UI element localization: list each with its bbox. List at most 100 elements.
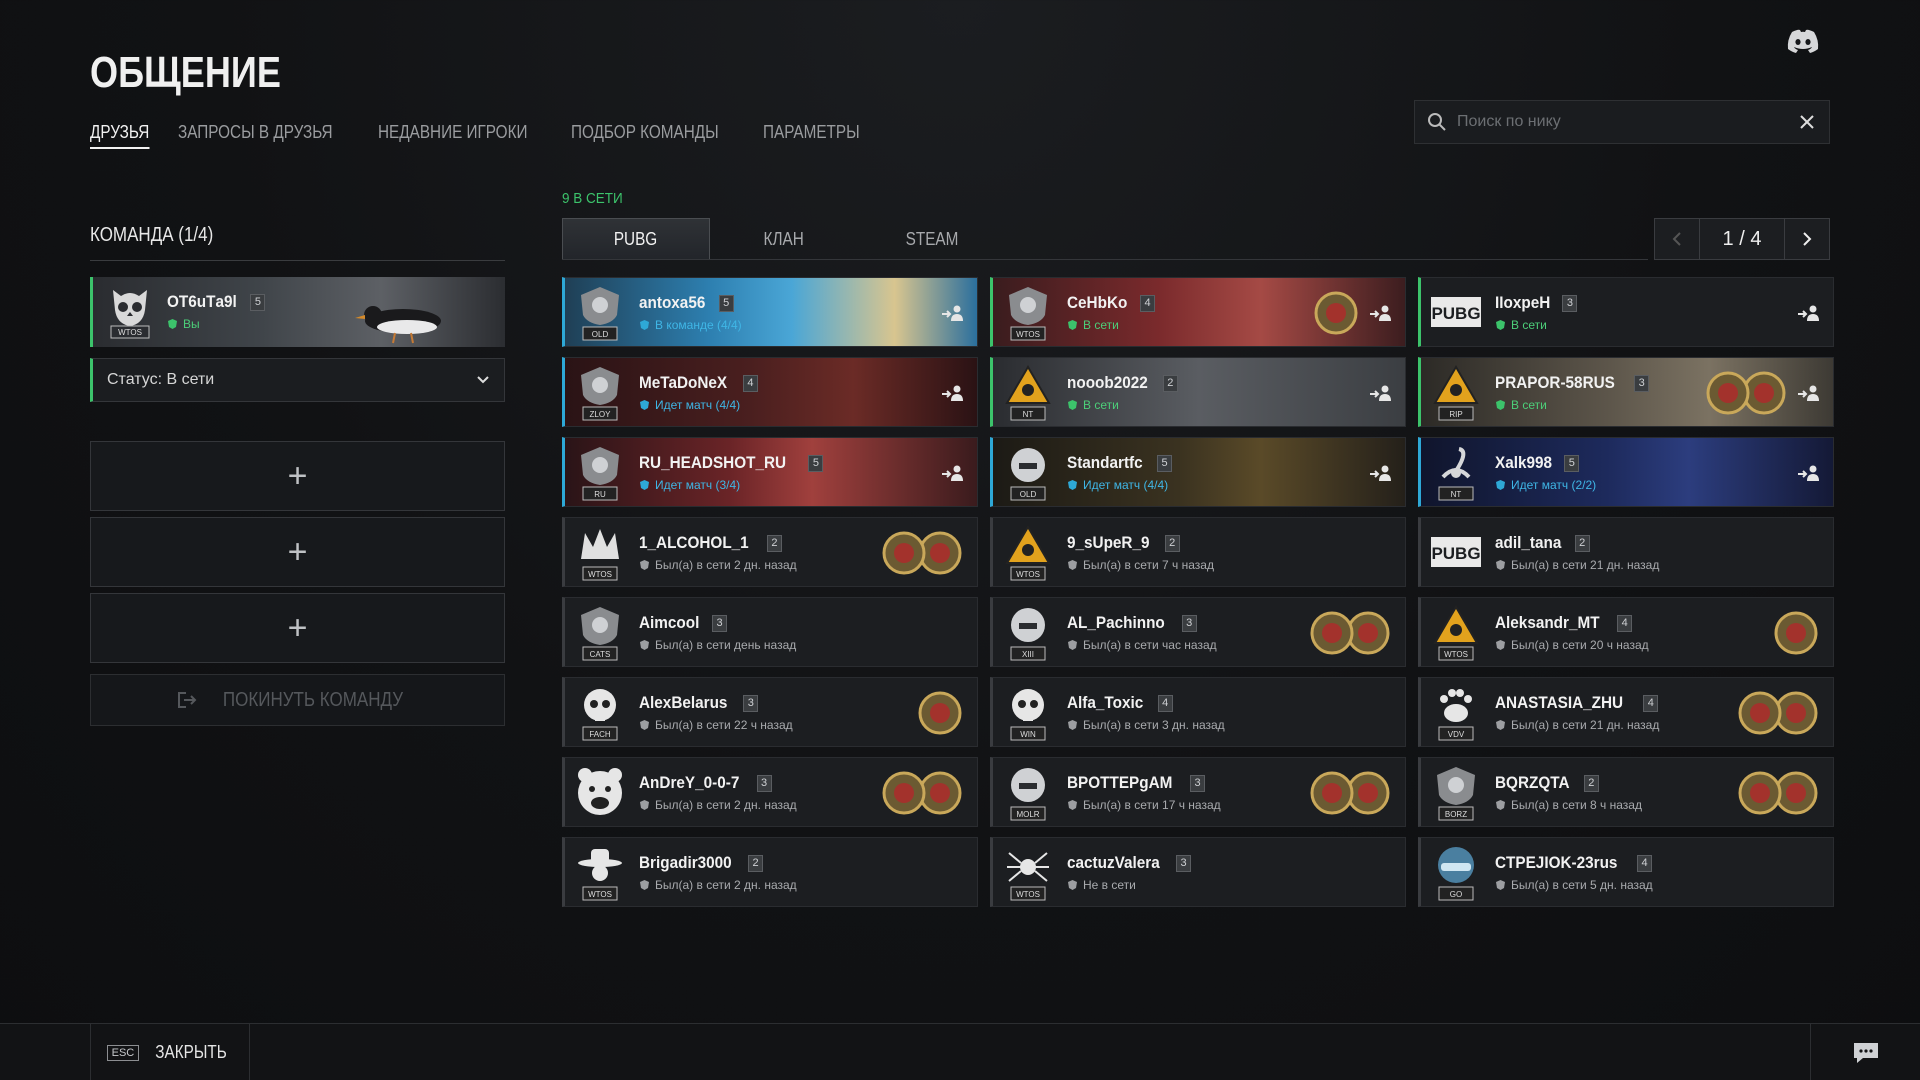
- friend-card[interactable]: BORZ BQRZQTA 2 Был(а) в сети 8 ч назад: [1418, 757, 1834, 827]
- friend-card[interactable]: XIII AL_Pachinno 3 Был(а) в сети час назад: [990, 597, 1406, 667]
- clan-shield-icon: BORZ: [1437, 767, 1475, 821]
- friend-card[interactable]: WTOS cactuzValera 3 Не в сети: [990, 837, 1406, 907]
- friend-status: Был(а) в сети 2 дн. назад: [655, 798, 797, 812]
- tab-clan[interactable]: КЛАН: [710, 218, 858, 260]
- level-badge: 4: [1643, 694, 1659, 712]
- invite-to-team-icon[interactable]: [941, 304, 967, 322]
- cowboy-icon: WTOS: [578, 849, 622, 901]
- search-input[interactable]: [1457, 113, 1797, 131]
- leave-team-button[interactable]: ПОКИНУТЬ КОМАНДУ: [90, 674, 505, 726]
- friend-card[interactable]: PUBG adil_tana 2 Был(а) в сети 21 дн. назад: [1418, 517, 1834, 587]
- svg-text:WTOS: WTOS: [1016, 330, 1040, 339]
- clan-shield-icon: RU: [581, 447, 619, 501]
- prev-page-button[interactable]: [1654, 218, 1700, 260]
- level-badge: 2: [1164, 534, 1180, 552]
- invite-to-team-icon[interactable]: [941, 384, 967, 402]
- friend-nick: AlexBelarus: [639, 693, 728, 712]
- invite-to-team-icon[interactable]: [941, 464, 967, 482]
- online-count: 9 В СЕТИ: [562, 190, 623, 207]
- level-badge: 4: [1637, 854, 1653, 872]
- friend-card[interactable]: NT nooob2022 2 В сети: [990, 357, 1406, 427]
- friend-status: В сети: [1083, 398, 1119, 412]
- friend-status: Идет матч (3/4): [655, 478, 741, 492]
- tab-pubg[interactable]: PUBG: [562, 218, 710, 260]
- friend-card[interactable]: WIN Alfa_Toxic 4 Был(а) в сети 3 дн. назад: [990, 677, 1406, 747]
- medal-icon: [1706, 371, 1750, 415]
- offline-status-icon: [1068, 720, 1077, 730]
- esc-key-hint: ESC: [106, 1044, 140, 1061]
- biohazard-icon: WTOS: [1433, 605, 1479, 661]
- friend-card[interactable]: WTOS CeHbKo 4 В сети: [990, 277, 1406, 347]
- friend-card[interactable]: FACH AlexBelarus 3 Был(а) в сети 22 ч назад: [562, 677, 978, 747]
- level-badge: 3: [756, 774, 772, 792]
- friend-card[interactable]: GO CTPEJIOK-23rus 4 Был(а) в сети 5 дн. наз…: [1418, 837, 1834, 907]
- friend-card[interactable]: MOLR BPOTTEPgAM 3 Был(а) в сети 17 ч назад: [990, 757, 1406, 827]
- level-badge: 3: [1181, 614, 1197, 632]
- helmet-icon: MOLR: [1010, 768, 1046, 821]
- friend-card[interactable]: RU RU_HEADSHOT_RU 5 Идет матч (3/4): [562, 437, 978, 507]
- invite-to-team-icon[interactable]: [1797, 464, 1823, 482]
- discord-icon[interactable]: [1786, 28, 1820, 54]
- friend-status: Был(а) в сети 8 ч назад: [1511, 798, 1642, 812]
- friend-nick: CeHbKo: [1067, 293, 1128, 312]
- team-member-card[interactable]: WTOS ОТ6uТa9l 5 Вы: [90, 277, 505, 347]
- friend-card[interactable]: CATS Aimcool 3 Был(а) в сети день назад: [562, 597, 978, 667]
- friend-card[interactable]: OLD antoxa56 5 В команде (4/4): [562, 277, 978, 347]
- friend-nick: Xalk998: [1495, 453, 1553, 472]
- friend-card[interactable]: AnDreY_0-0-7 3 Был(а) в сети 2 дн. назад: [562, 757, 978, 827]
- friend-nick: PRAPOR-58RUS: [1495, 373, 1615, 392]
- invite-to-team-icon[interactable]: [1369, 464, 1395, 482]
- in-game-status-icon: [1068, 480, 1077, 490]
- friend-card[interactable]: NT Xalk998 5 Идет матч (2/2): [1418, 437, 1834, 507]
- friend-nick: Aleksandr_MT: [1495, 613, 1600, 632]
- invite-to-team-icon[interactable]: [1369, 304, 1395, 322]
- friend-card[interactable]: WTOS Aleksandr_MT 4 Был(а) в сети 20 ч наза…: [1418, 597, 1834, 667]
- friend-card[interactable]: WTOS Brigadir3000 2 Был(а) в сети 2 дн. наз…: [562, 837, 978, 907]
- friend-card[interactable]: OLD Standartfc 5 Идет матч (4/4): [990, 437, 1406, 507]
- invite-to-team-icon[interactable]: [1797, 304, 1823, 322]
- add-team-member-slot[interactable]: +: [90, 441, 505, 511]
- svg-text:BORZ: BORZ: [1445, 810, 1467, 819]
- status-dropdown[interactable]: Статус: В сети: [90, 358, 505, 402]
- invite-to-team-icon[interactable]: [1369, 384, 1395, 402]
- friend-nick: MeTaDoNeX: [639, 373, 728, 392]
- tab-recent-players[interactable]: НЕДАВНИЕ ИГРОКИ: [378, 122, 527, 149]
- friend-nick: AnDreY_0-0-7: [639, 773, 740, 792]
- friend-status: Был(а) в сети час назад: [1083, 638, 1217, 652]
- close-icon[interactable]: [1797, 112, 1817, 132]
- leave-team-label: ПОКИНУТЬ КОМАНДУ: [222, 688, 403, 711]
- next-page-button[interactable]: [1784, 218, 1830, 260]
- level-badge: 2: [748, 854, 763, 872]
- offline-status-icon: [640, 880, 649, 890]
- tab-friends[interactable]: ДРУЗЬЯ: [90, 122, 150, 149]
- friend-card[interactable]: VDV ANASTASIA_ZHU 4 Был(а) в сети 21 дн. на…: [1418, 677, 1834, 747]
- offline-status-icon: [1496, 640, 1505, 650]
- friend-status: Идет матч (4/4): [655, 398, 741, 412]
- level-badge: 5: [250, 293, 266, 311]
- add-team-member-slot[interactable]: +: [90, 593, 505, 663]
- friend-nick: IIoxpeH: [1495, 293, 1551, 312]
- online-status-icon: [1496, 400, 1505, 410]
- close-button[interactable]: ESC ЗАКРЫТЬ: [90, 1024, 250, 1080]
- svg-text:MOLR: MOLR: [1016, 810, 1039, 819]
- plus-icon: +: [287, 532, 308, 571]
- tab-friend-requests[interactable]: ЗАПРОСЫ В ДРУЗЬЯ: [178, 122, 333, 149]
- biohazard-icon: WTOS: [1005, 525, 1051, 581]
- friend-card[interactable]: ZLOY MeTaDoNeX 4 Идет матч (4/4): [562, 357, 978, 427]
- friend-card[interactable]: WTOS 1_ALCOHOL_1 2 Был(а) в сети 2 дн. наза…: [562, 517, 978, 587]
- friend-card[interactable]: WTOS 9_sUpeR_9 2 Был(а) в сети 7 ч назад: [990, 517, 1406, 587]
- invite-to-team-icon[interactable]: [1797, 384, 1823, 402]
- add-team-member-slot[interactable]: +: [90, 517, 505, 587]
- svg-text:WIN: WIN: [1020, 730, 1036, 739]
- friend-card[interactable]: RIP PRAPOR-58RUS 3 В сети: [1418, 357, 1834, 427]
- tab-team-finder[interactable]: ПОДБОР КОМАНДЫ: [571, 122, 719, 149]
- helmet-icon: OLD: [1010, 448, 1046, 501]
- chat-button[interactable]: [1810, 1024, 1920, 1080]
- scorpion-icon: NT: [1438, 447, 1474, 501]
- medal-icon: [882, 531, 926, 575]
- tab-steam[interactable]: STEAM: [858, 218, 1006, 260]
- friend-card[interactable]: PUBG IIoxpeH 3 В сети: [1418, 277, 1834, 347]
- skull-icon: FACH: [582, 689, 618, 741]
- tab-settings[interactable]: ПАРАМЕТРЫ: [763, 122, 860, 149]
- footer-bar: ESC ЗАКРЫТЬ: [0, 1023, 1920, 1080]
